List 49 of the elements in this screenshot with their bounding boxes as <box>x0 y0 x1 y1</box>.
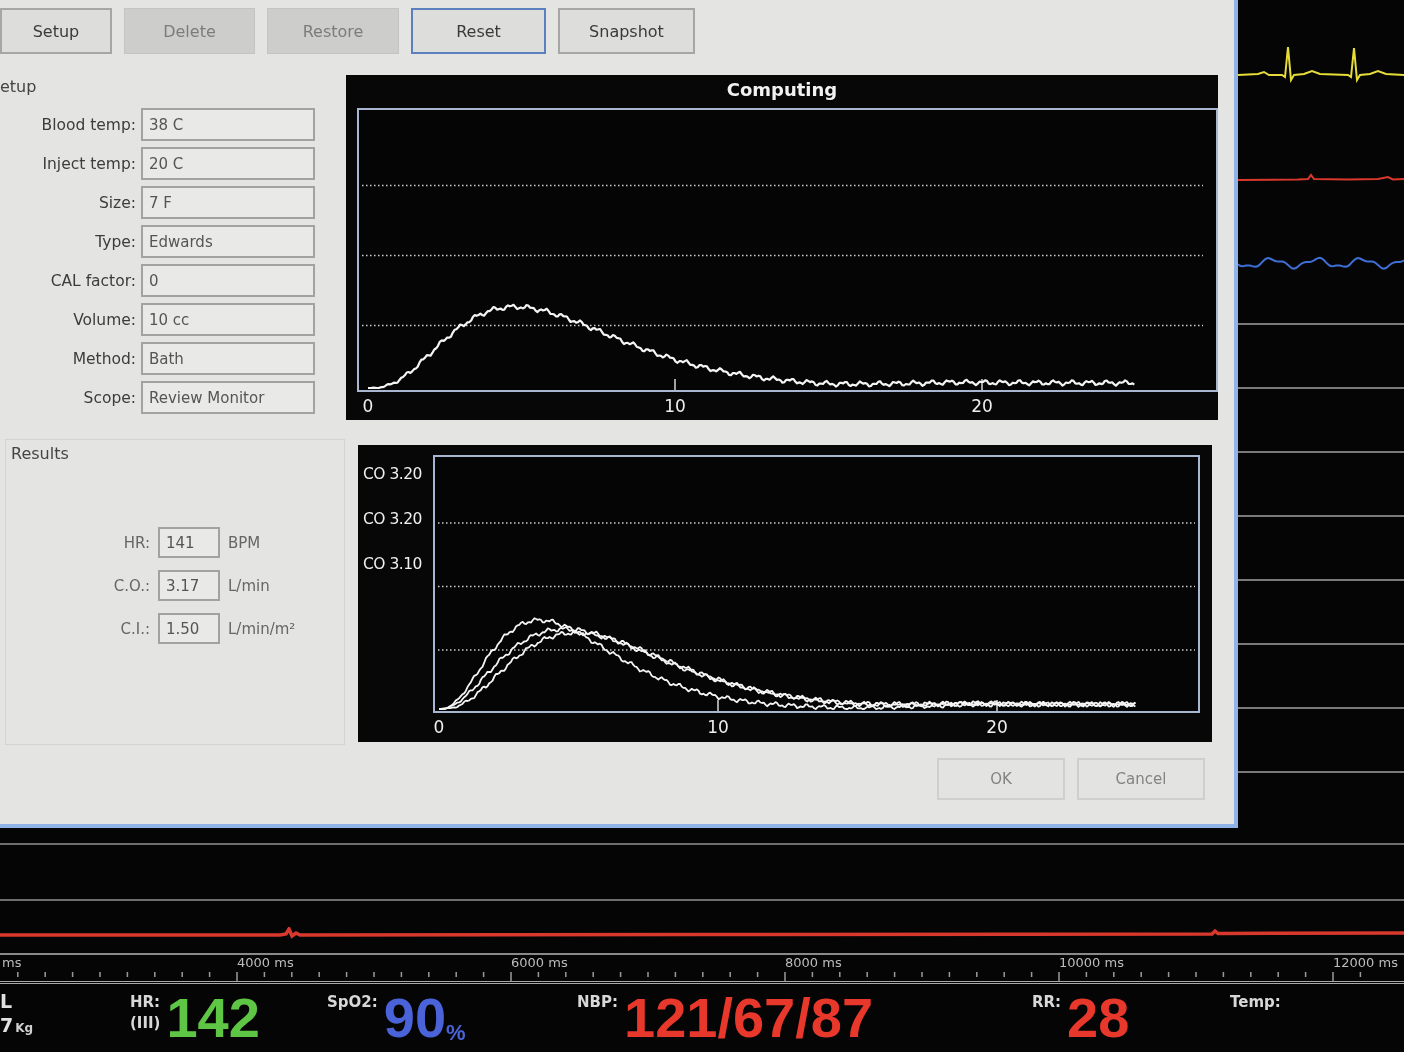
chart-title: Computing <box>726 78 838 102</box>
field-label: Method: <box>71 349 136 368</box>
field-label: CAL factor: <box>49 271 136 290</box>
result-field: 141 <box>158 527 220 558</box>
field-label: Inject temp: <box>41 154 136 173</box>
vital-value: 142 <box>166 990 260 1046</box>
axis-label: 0 <box>362 396 374 416</box>
patient-info: L <box>0 990 14 1012</box>
axis-label: 10 <box>707 717 729 737</box>
axis-label: 20 <box>986 717 1008 737</box>
axis-label: 10 <box>664 396 686 416</box>
field-label: Size: <box>97 193 136 212</box>
lead-label: (III) <box>130 1015 161 1032</box>
vital-label: RR: <box>1032 994 1062 1011</box>
patient-weight: 7 <box>0 1014 14 1036</box>
curve-label: CO 3.20 <box>363 464 423 484</box>
section-title: etup <box>0 78 38 96</box>
time-label: 10000 ms <box>1059 955 1124 972</box>
axis-label: 20 <box>971 396 993 416</box>
field-label: Blood temp: <box>40 115 136 134</box>
field-label: Scope: <box>82 388 136 407</box>
vital-label: SpO2: <box>327 994 378 1011</box>
result-label: C.I.: <box>119 619 150 638</box>
weight-unit: Kg <box>15 1021 34 1035</box>
time-label: 4000 ms <box>237 955 294 972</box>
field-label: Volume: <box>72 310 136 329</box>
vital-value: 121/67/87 <box>624 990 874 1046</box>
unit-label: BPM <box>228 533 262 552</box>
time-label: 8000 ms <box>785 955 842 972</box>
vital-unit: % <box>446 1020 466 1046</box>
vital-label: HR: <box>130 994 161 1011</box>
time-label: ms <box>1 955 22 972</box>
curve-label: CO 3.10 <box>363 554 423 574</box>
time-label: 12000 ms <box>1333 955 1398 972</box>
curve-label: CO 3.20 <box>363 509 423 529</box>
vital-value: 90 <box>383 990 447 1046</box>
time-label: 6000 ms <box>511 955 568 972</box>
unit-label: L/min/m² <box>228 619 297 638</box>
field-label: Type: <box>94 232 136 251</box>
result-field: 1.50 <box>158 613 220 644</box>
vital-label: Temp: <box>1230 994 1281 1011</box>
section-title: Results <box>10 445 70 463</box>
vital-label: NBP: <box>577 994 618 1011</box>
unit-label: L/min <box>228 576 271 595</box>
result-label: HR: <box>122 533 150 552</box>
axis-label: 0 <box>433 717 445 737</box>
result-label: C.O.: <box>112 576 150 595</box>
vital-value: 28 <box>1067 990 1130 1046</box>
result-field: 3.17 <box>158 570 220 601</box>
